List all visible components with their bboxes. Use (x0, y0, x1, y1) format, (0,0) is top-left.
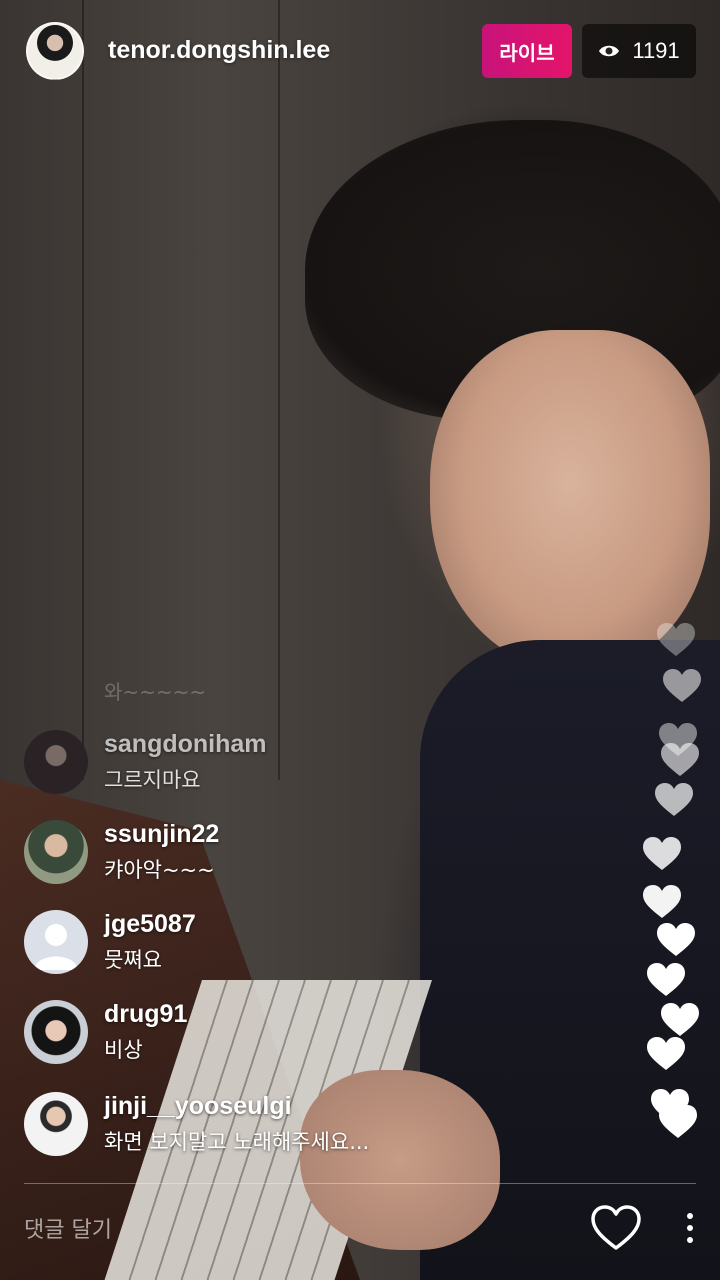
default-avatar-icon[interactable] (24, 910, 88, 974)
faded-comment: 와~~~~~ (104, 680, 207, 704)
comment-text: 그르지마요 (104, 768, 201, 792)
footer-divider (24, 1183, 696, 1184)
floating-heart-icon (659, 1105, 697, 1138)
broadcaster-username[interactable]: tenor.dongshin.lee (108, 36, 330, 65)
floating-heart-icon (655, 783, 693, 816)
comment-avatar[interactable] (24, 1092, 88, 1156)
comment-username[interactable]: jinji__yooseulgi (104, 1092, 292, 1121)
viewer-count-badge[interactable]: 1191 (582, 24, 696, 78)
floating-heart-icon (647, 1037, 685, 1070)
comment-text: 화면 보지말고 노래해주세요... (104, 1130, 370, 1154)
comment-item: jge5087 뭇쪄요 (24, 910, 584, 980)
comment-username[interactable]: ssunjin22 (104, 820, 219, 849)
comment-text: 뭇쪄요 (104, 948, 162, 972)
live-badge: 라이브 (482, 24, 572, 78)
floating-heart-icon (661, 743, 699, 776)
comment-item: drug91 비상 (24, 1000, 584, 1070)
floating-heart-icon (657, 923, 695, 956)
comment-item: ssunjin22 캬아악~~~ (24, 820, 584, 890)
floating-heart-icon (643, 885, 681, 918)
comment-username[interactable]: sangdoniham (104, 730, 267, 759)
comment-input[interactable] (24, 1208, 544, 1252)
heart-outline-icon[interactable] (590, 1204, 642, 1252)
floating-heart-icon (643, 837, 681, 870)
floating-heart-icon (663, 669, 701, 702)
broadcaster-avatar[interactable] (26, 22, 84, 80)
person-silhouette-icon (34, 924, 78, 970)
comment-text: 캬아악~~~ (104, 858, 215, 882)
comment-username[interactable]: jge5087 (104, 910, 196, 939)
comment-item: jinji__yooseulgi 화면 보지말고 노래해주세요... (24, 1092, 584, 1162)
floating-heart-icon (661, 1003, 699, 1036)
viewer-count: 1191 (632, 38, 680, 63)
comment-avatar[interactable] (24, 730, 88, 794)
comment-username[interactable]: drug91 (104, 1000, 187, 1029)
comment-item: sangdoniham 그르지마요 (24, 730, 584, 800)
floating-heart-icon (657, 623, 695, 656)
floating-heart-icon (647, 963, 685, 996)
wall-panel-line (278, 0, 280, 780)
wall-panel-line (82, 0, 84, 780)
more-vertical-icon[interactable] (676, 1206, 704, 1250)
video-subject-face (430, 330, 710, 670)
comment-avatar[interactable] (24, 1000, 88, 1064)
comment-text: 비상 (104, 1038, 143, 1062)
comment-avatar[interactable] (24, 820, 88, 884)
eye-icon (599, 45, 620, 57)
